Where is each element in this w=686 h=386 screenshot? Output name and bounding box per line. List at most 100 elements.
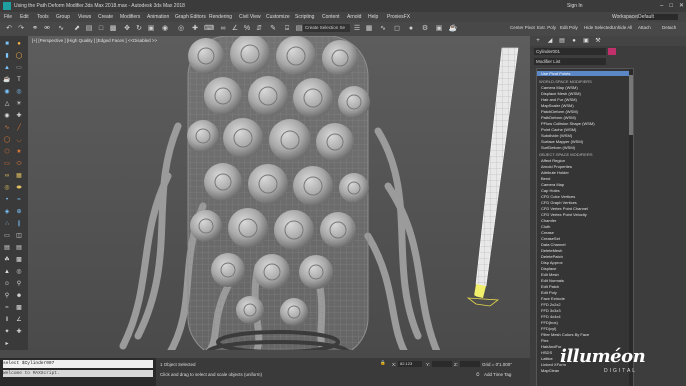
modifier-list-dropdown[interactable]: Modifier List [534,58,606,65]
hide-selected-button[interactable]: Hide Selected [584,24,612,32]
manipulate-icon[interactable]: ✚ [190,24,200,34]
schematic-view-icon[interactable]: ◻ [392,24,402,34]
modifier-item[interactable]: Crease [541,230,554,235]
y-coordinate-field[interactable] [432,361,452,367]
create-stairs-icon[interactable]: ▤ [3,244,11,252]
unlink-icon[interactable]: ⚮ [42,24,52,34]
create-hair-icon[interactable]: ≈ [3,304,11,312]
modifier-item[interactable]: PatchDeform (WSM) [541,109,578,114]
use-pivot-icon[interactable]: ◎ [176,24,186,34]
lock-selection-icon[interactable]: 🔒 [380,360,386,366]
create-ngon-icon[interactable]: ⬡ [3,148,11,156]
menu-animation[interactable]: Animation [147,12,169,22]
create-boolean-icon[interactable]: ⊕ [15,208,23,216]
create-circle-icon[interactable]: ◯ [3,136,11,144]
create-geosphere-icon[interactable]: ◉ [3,88,11,96]
hierarchy-tab-icon[interactable]: ▤ [558,37,566,45]
snaps-toggle-icon[interactable]: ∞ [218,24,228,34]
create-text-icon[interactable]: T [15,76,23,84]
modifier-list-popup[interactable]: Use Pivot Points WORLD-SPACE MODIFIERS C… [536,68,634,386]
modifier-item[interactable]: Attribute Holder [541,170,569,175]
z-coordinate-field[interactable] [460,361,480,367]
curve-editor-icon[interactable]: ∿ [378,24,388,34]
spinner-snap-icon[interactable]: ⇵ [254,24,264,34]
menu-help[interactable]: Help [368,12,378,22]
rectangular-selection-icon[interactable]: □ [96,24,106,34]
motion-tab-icon[interactable]: ● [570,37,578,45]
modifier-item[interactable]: FFD 3x3x3 [541,308,561,313]
material-editor-icon[interactable]: ● [406,24,416,34]
create-box-icon[interactable]: ■ [3,40,11,48]
rendered-frame-icon[interactable]: ▣ [434,24,444,34]
modifier-item[interactable]: Flex [541,338,549,343]
create-ik-icon[interactable]: ⚲ [3,292,11,300]
create-star-icon[interactable]: ★ [15,148,23,156]
render-setup-icon[interactable]: ⚙ [420,24,430,34]
create-line-icon[interactable]: ╱ [15,124,23,132]
select-object-icon[interactable]: ⬈ [72,24,82,34]
create-particle-icon[interactable]: • [3,196,11,204]
create-biped-icon[interactable]: ☺ [3,280,11,288]
menu-rendering[interactable]: Rendering [209,12,232,22]
maximize-icon[interactable]: □ [669,0,673,12]
create-bones-icon[interactable]: ⚲ [15,280,23,288]
modifier-item[interactable]: CFD Vertex Point Channel [541,206,588,211]
modifier-item[interactable]: Chamfer [541,218,556,223]
menu-scripting[interactable]: Scripting [295,12,314,22]
create-torus-icon[interactable]: ◯ [15,52,23,60]
modifier-item[interactable]: Displace [541,266,556,271]
sign-in-button[interactable]: Sign In [567,0,583,12]
modifier-item[interactable]: Point Cache (WSM) [541,127,576,132]
workspaces-value[interactable]: Default [638,14,678,20]
center-pivot-button[interactable]: Center Pivot [510,24,535,32]
edit-poly-button[interactable]: Edit Poly [560,24,578,32]
menu-proxiesfx[interactable]: ProxiesFX [387,12,410,22]
modifier-item[interactable]: Disp Approx [541,260,563,265]
menu-modifiers[interactable]: Modifiers [120,12,140,22]
create-sphere-icon[interactable]: ● [15,40,23,48]
create-section-icon[interactable]: ▦ [15,172,23,180]
menu-tools[interactable]: Tools [37,12,49,22]
scale-icon[interactable]: ▣ [146,24,156,34]
create-camera-icon[interactable]: ◉ [3,112,11,120]
create-helix-icon[interactable]: ∞ [3,172,11,180]
menu-edit[interactable]: Edit [20,12,29,22]
modifier-item[interactable]: Surface Mapper (WSM) [541,139,583,144]
window-crossing-icon[interactable]: ▩ [108,24,118,34]
create-tab-icon[interactable]: + [534,37,542,45]
modifier-item[interactable]: Filter Mesh Colors By Face [541,332,589,337]
modifier-item[interactable]: Edit Normals [541,278,564,283]
perspective-viewport[interactable]: [+] [Perspective ] [High Quality ] [Edge… [28,36,530,358]
modifier-item[interactable]: Subdivide (WSM) [541,133,572,138]
percent-snap-icon[interactable]: % [242,24,252,34]
redo-icon[interactable]: ↷ [16,24,26,34]
workspaces-selector[interactable]: Workspaces: Default [612,12,682,22]
create-pyramid-icon[interactable]: △ [3,100,11,108]
create-loft-icon[interactable]: ∥ [15,220,23,228]
create-compound-icon[interactable]: ◈ [3,208,11,216]
bind-space-warp-icon[interactable]: ∿ [56,24,66,34]
create-railing-icon[interactable]: ▤ [15,244,23,252]
modifier-item[interactable]: FFD 2x2x2 [541,302,561,307]
maxscript-input[interactable]: select $Cylinder007 [3,360,153,368]
dropdown-scrollbar[interactable] [629,69,633,386]
maxscript-output[interactable]: Welcome to MAXScript. [3,370,153,377]
modifier-item[interactable]: CFD Graph Vertices [541,200,577,205]
modifier-item[interactable]: PathDeform (WSM) [541,115,576,120]
expand-panel-icon[interactable]: ▸ [3,340,11,348]
create-teapot-icon[interactable]: ☕ [3,76,11,84]
modifier-item[interactable]: Affect Region [541,158,565,163]
menu-content[interactable]: Content [322,12,340,22]
modifier-item[interactable]: CreaseSet [541,236,560,241]
create-spline-icon[interactable]: ∿ [3,124,11,132]
create-ellipse-icon[interactable]: ⬭ [15,160,23,168]
create-compass-icon[interactable]: ✦ [3,328,11,336]
x-coordinate-field[interactable]: 82.123 [398,361,422,367]
modifier-item[interactable]: Face Extrude [541,296,565,301]
create-egg-icon[interactable]: ⬬ [15,184,23,192]
modifier-item[interactable]: Cap Holes [541,188,560,193]
add-time-tag-button[interactable]: Add Time Tag [484,372,511,377]
create-rectangle-icon[interactable]: ▭ [3,160,11,168]
modifier-item[interactable]: Bend [541,176,550,181]
menu-group[interactable]: Group [56,12,70,22]
